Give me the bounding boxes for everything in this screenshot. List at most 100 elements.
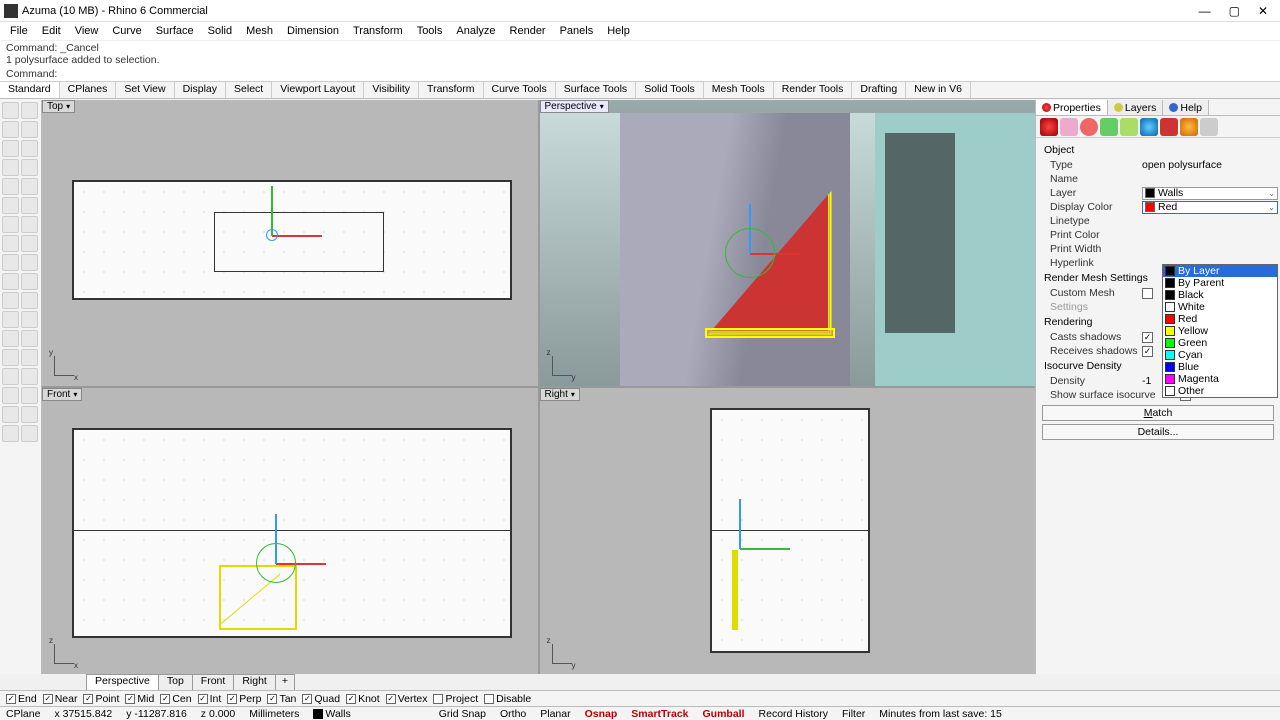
osnap-knot[interactable]: ✓Knot <box>346 693 380 705</box>
color-option-by-parent[interactable]: By Parent <box>1163 277 1277 289</box>
left-tool-10[interactable] <box>2 197 19 214</box>
left-tool-14[interactable] <box>2 235 19 252</box>
prop-layer-select[interactable]: Walls⌄ <box>1142 187 1278 200</box>
status-gumball[interactable]: Gumball <box>703 708 745 720</box>
status-smarttrack[interactable]: SmartTrack <box>631 708 688 720</box>
left-tool-18[interactable] <box>2 273 19 290</box>
osnap-point[interactable]: ✓Point <box>83 693 119 705</box>
menu-mesh[interactable]: Mesh <box>240 25 279 37</box>
left-tool-1[interactable] <box>21 102 38 119</box>
left-tool-2[interactable] <box>2 121 19 138</box>
status-osnap[interactable]: Osnap <box>585 708 618 720</box>
prop-material-icon[interactable] <box>1060 118 1078 136</box>
tab-layers[interactable]: Layers <box>1108 100 1164 115</box>
minimize-button[interactable]: — <box>1199 4 1211 18</box>
tbtab-render-tools[interactable]: Render Tools <box>774 82 853 98</box>
prop-render-icon[interactable] <box>1160 118 1178 136</box>
menu-panels[interactable]: Panels <box>554 25 600 37</box>
color-option-magenta[interactable]: Magenta <box>1163 373 1277 385</box>
left-tool-5[interactable] <box>21 140 38 157</box>
prop-misc-icon[interactable] <box>1200 118 1218 136</box>
close-button[interactable]: ✕ <box>1258 4 1268 18</box>
left-tool-20[interactable] <box>2 292 19 309</box>
left-tool-3[interactable] <box>21 121 38 138</box>
casts-shadows-checkbox[interactable]: ✓ <box>1142 332 1153 343</box>
left-tool-19[interactable] <box>21 273 38 290</box>
osnap-mid[interactable]: ✓Mid <box>125 693 154 705</box>
status-z[interactable]: z 0.000 <box>201 708 235 720</box>
menu-transform[interactable]: Transform <box>347 25 409 37</box>
osnap-tan[interactable]: ✓Tan <box>267 693 296 705</box>
tbtab-transform[interactable]: Transform <box>419 82 483 98</box>
viewport-title-right[interactable]: Right▾ <box>540 388 580 401</box>
status-ortho[interactable]: Ortho <box>500 708 526 720</box>
viewport-title-front[interactable]: Front▾ <box>42 388 82 401</box>
color-option-cyan[interactable]: Cyan <box>1163 349 1277 361</box>
tbtab-drafting[interactable]: Drafting <box>852 82 906 98</box>
custom-mesh-checkbox[interactable] <box>1142 288 1153 299</box>
tbtab-mesh-tools[interactable]: Mesh Tools <box>704 82 774 98</box>
tbtab-set-view[interactable]: Set View <box>116 82 174 98</box>
viewtab-front[interactable]: Front <box>192 674 235 690</box>
left-tool-22[interactable] <box>2 311 19 328</box>
left-tool-23[interactable] <box>21 311 38 328</box>
tbtab-cplanes[interactable]: CPlanes <box>60 82 117 98</box>
osnap-end[interactable]: ✓End <box>6 693 37 705</box>
status-y[interactable]: y -11287.816 <box>126 708 187 720</box>
viewtab-top[interactable]: Top <box>158 674 193 690</box>
menu-file[interactable]: File <box>4 25 34 37</box>
status-planar[interactable]: Planar <box>540 708 570 720</box>
color-option-other[interactable]: Other <box>1163 385 1277 397</box>
viewport-front[interactable]: Front▾ xz <box>42 388 538 674</box>
left-tool-34[interactable] <box>2 425 19 442</box>
details-button[interactable]: Details... <box>1042 424 1274 440</box>
color-option-by-layer[interactable]: By Layer <box>1163 265 1277 277</box>
prop-sun-icon[interactable] <box>1180 118 1198 136</box>
color-option-green[interactable]: Green <box>1163 337 1277 349</box>
osnap-cen[interactable]: ✓Cen <box>160 693 191 705</box>
command-input[interactable] <box>57 68 1274 80</box>
left-tool-29[interactable] <box>21 368 38 385</box>
left-tool-24[interactable] <box>2 330 19 347</box>
left-tool-4[interactable] <box>2 140 19 157</box>
match-button[interactable]: Match <box>1042 405 1274 421</box>
left-tool-17[interactable] <box>21 254 38 271</box>
menu-edit[interactable]: Edit <box>36 25 67 37</box>
display-color-dropdown[interactable]: By LayerBy ParentBlackWhiteRedYellowGree… <box>1162 264 1278 398</box>
menu-tools[interactable]: Tools <box>411 25 449 37</box>
menu-analyze[interactable]: Analyze <box>450 25 501 37</box>
left-tool-27[interactable] <box>21 349 38 366</box>
left-tool-8[interactable] <box>2 178 19 195</box>
status-grid-snap[interactable]: Grid Snap <box>439 708 486 720</box>
viewport-title-top[interactable]: Top▾ <box>42 100 75 113</box>
left-tool-35[interactable] <box>21 425 38 442</box>
left-tool-28[interactable] <box>2 368 19 385</box>
left-tool-15[interactable] <box>21 235 38 252</box>
color-option-red[interactable]: Red <box>1163 313 1277 325</box>
viewtab-perspective[interactable]: Perspective <box>86 674 159 690</box>
osnap-perp[interactable]: ✓Perp <box>227 693 261 705</box>
tbtab-viewport-layout[interactable]: Viewport Layout <box>272 82 364 98</box>
tbtab-surface-tools[interactable]: Surface Tools <box>556 82 636 98</box>
left-tool-16[interactable] <box>2 254 19 271</box>
tbtab-visibility[interactable]: Visibility <box>364 82 419 98</box>
left-tool-26[interactable] <box>2 349 19 366</box>
prop-decal-icon[interactable] <box>1100 118 1118 136</box>
menu-surface[interactable]: Surface <box>150 25 200 37</box>
left-tool-7[interactable] <box>21 159 38 176</box>
command-line[interactable]: Command: <box>0 67 1280 82</box>
prop-object-icon[interactable] <box>1040 118 1058 136</box>
osnap-near[interactable]: ✓Near <box>43 693 78 705</box>
tab-help[interactable]: Help <box>1163 100 1209 115</box>
color-option-blue[interactable]: Blue <box>1163 361 1277 373</box>
tbtab-curve-tools[interactable]: Curve Tools <box>484 82 556 98</box>
left-tool-9[interactable] <box>21 178 38 195</box>
viewtab-right[interactable]: Right <box>233 674 276 690</box>
left-tool-13[interactable] <box>21 216 38 233</box>
menu-render[interactable]: Render <box>504 25 552 37</box>
receives-shadows-checkbox[interactable]: ✓ <box>1142 346 1153 357</box>
osnap-vertex[interactable]: ✓Vertex <box>386 693 428 705</box>
status-autosave[interactable]: Minutes from last save: 15 <box>879 708 1002 720</box>
menu-dimension[interactable]: Dimension <box>281 25 345 37</box>
status-filter[interactable]: Filter <box>842 708 865 720</box>
